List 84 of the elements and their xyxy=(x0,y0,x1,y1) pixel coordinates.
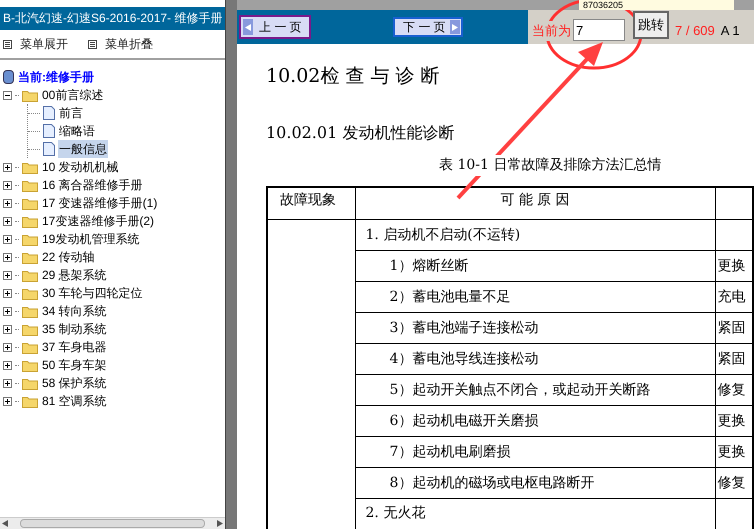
folder-icon xyxy=(22,250,38,264)
folder-icon xyxy=(22,214,38,228)
expand-toggle[interactable] xyxy=(3,324,12,334)
phone-number: 87036205 xyxy=(579,0,734,10)
horizontal-scrollbar[interactable] xyxy=(0,517,225,529)
table-cell: 3）蓄电池端子连接松动 xyxy=(355,312,715,344)
table-cell: 4）蓄电池导线连接松动 xyxy=(355,344,715,374)
folder-icon xyxy=(22,358,38,372)
scroll-right-icon[interactable] xyxy=(217,520,223,527)
table-cell: 8）起动机的磁场或电枢电路断开 xyxy=(355,468,715,498)
expand-toggle[interactable] xyxy=(3,288,12,298)
folder-icon xyxy=(22,394,38,408)
expand-toggle[interactable] xyxy=(3,252,12,262)
table-cell: 6）起动机电磁开关磨损 xyxy=(355,406,715,436)
tree-item[interactable]: 35 制动系统 xyxy=(41,320,108,338)
menu-icon[interactable] xyxy=(88,40,97,48)
tree-item[interactable]: 17 变速器维修手册(1) xyxy=(41,194,158,212)
previous-page-button[interactable]: 上 一 页 xyxy=(239,15,311,39)
tree-item[interactable]: 29 悬架系统 xyxy=(41,266,108,284)
expand-toggle[interactable] xyxy=(3,396,12,406)
expand-toggle[interactable] xyxy=(3,360,12,370)
tree-item[interactable]: 58 保护系统 xyxy=(41,374,108,392)
folder-icon xyxy=(22,178,38,192)
tree-item[interactable]: 缩略语 xyxy=(58,122,96,140)
expand-toggle[interactable] xyxy=(3,234,12,244)
subsection-heading: 10.02.01 发动机性能诊断 xyxy=(266,122,454,144)
expand-toggle[interactable] xyxy=(3,216,12,226)
scrollbar-thumb[interactable] xyxy=(20,519,205,528)
folder-icon xyxy=(22,196,38,210)
tree-item[interactable]: 81 空调系统 xyxy=(41,392,108,410)
current-page-label: 当前为 xyxy=(532,21,571,41)
folder-icon xyxy=(22,304,38,318)
table-cell: 7）起动机电刷磨损 xyxy=(355,436,715,468)
column-header: 可 能 原 因 xyxy=(355,186,715,220)
document-icon xyxy=(43,106,55,120)
menu-link[interactable]: 菜单折叠 xyxy=(105,35,153,53)
page-count: 7 / 609 xyxy=(675,22,715,40)
tree-item[interactable]: 17变速器维修手册(2) xyxy=(41,212,156,230)
menu-icon[interactable] xyxy=(3,40,12,48)
menu-link[interactable]: 菜单展开 xyxy=(20,35,68,53)
document-icon xyxy=(43,124,55,138)
tree-item[interactable]: 00前言综述 xyxy=(41,86,104,104)
scroll-left-icon[interactable] xyxy=(2,520,8,527)
tree-item[interactable]: 前言 xyxy=(58,104,84,122)
expand-toggle[interactable] xyxy=(3,306,12,316)
column-header: 故障现象 xyxy=(267,186,355,220)
tree-item[interactable]: 16 离合器维修手册 xyxy=(41,176,144,194)
expand-toggle[interactable] xyxy=(3,342,12,352)
tree-root-label: 当前:维修手册 xyxy=(18,69,94,86)
folder-icon xyxy=(22,88,38,102)
expand-toggle[interactable] xyxy=(3,378,12,388)
folder-icon xyxy=(22,340,38,354)
zoom-level: A 1 xyxy=(720,22,740,40)
folder-icon xyxy=(22,268,38,282)
table-cell: 1）熔断丝断 xyxy=(355,250,715,282)
tree-item[interactable]: 37 车身电器 xyxy=(41,338,108,356)
expand-toggle[interactable] xyxy=(3,90,12,100)
table-cell: 5）起动开关触点不闭合，或起动开关断路 xyxy=(355,374,715,406)
tree-item[interactable]: 34 转向系统 xyxy=(41,302,108,320)
tree-item[interactable]: 22 传动轴 xyxy=(41,248,96,266)
jump-button[interactable]: 跳转 xyxy=(633,11,669,39)
expand-toggle[interactable] xyxy=(3,162,12,172)
tree-item[interactable]: 50 车身车架 xyxy=(41,356,108,374)
folder-icon xyxy=(22,232,38,246)
page-number-input[interactable]: 7 xyxy=(573,19,625,41)
tree-item[interactable]: 19发动机管理系统 xyxy=(41,230,140,248)
sidebar-title: B-北汽幻速-幻速S6-2016-2017- 维修手册 xyxy=(0,7,225,30)
expand-toggle[interactable] xyxy=(3,198,12,208)
folder-icon xyxy=(22,322,38,336)
computer-icon xyxy=(3,70,14,84)
folder-icon xyxy=(22,286,38,300)
next-page-button[interactable]: 下 一 页 xyxy=(393,17,463,37)
tree-item[interactable]: 30 车轮与四轮定位 xyxy=(41,284,144,302)
expand-toggle[interactable] xyxy=(3,180,12,190)
expand-toggle[interactable] xyxy=(3,270,12,280)
folder-icon xyxy=(22,160,38,174)
section-heading: 10.02检 查 与 诊 断 xyxy=(266,64,440,89)
tree-item[interactable]: 10 发动机机械 xyxy=(41,158,120,176)
table-caption: 表 10-1 日常故障及排除方法汇总情 xyxy=(439,154,662,176)
tree-item[interactable]: 一般信息 xyxy=(58,140,108,158)
folder-icon xyxy=(22,376,38,390)
document-icon xyxy=(43,142,55,156)
table-cell: 1. 启动机不启动(不运转) xyxy=(355,220,715,250)
table-cell: 2）蓄电池电量不足 xyxy=(355,282,715,312)
